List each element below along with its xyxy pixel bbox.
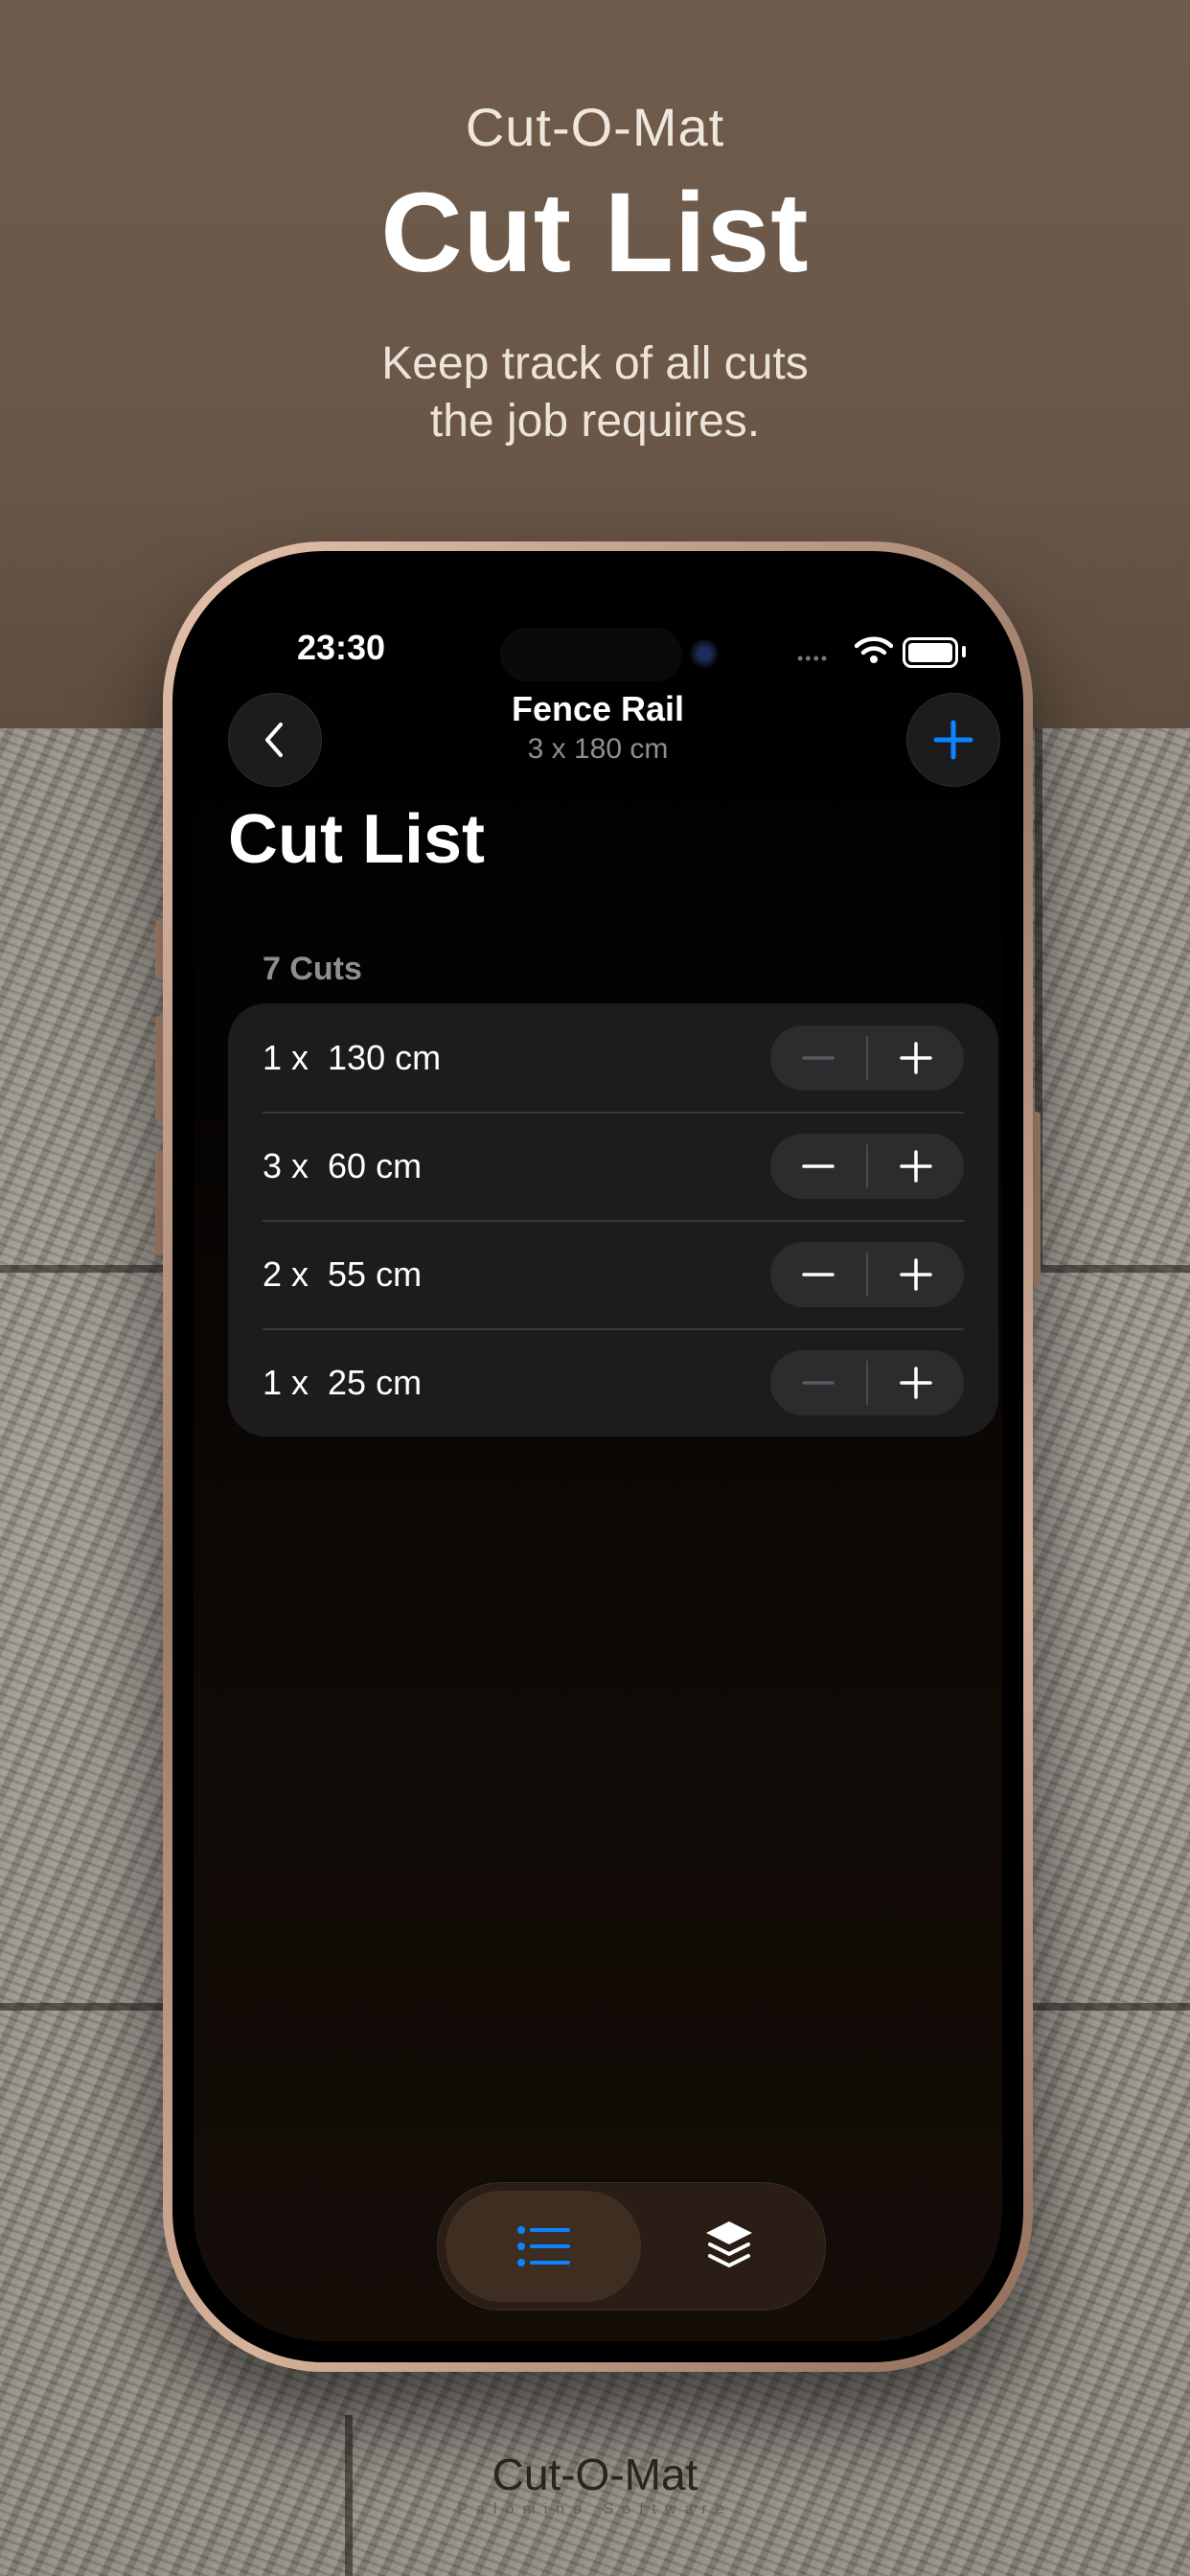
cut-label: 1 x 25 cm [263,1362,423,1402]
section-header: 7 Cuts [263,951,362,987]
dynamic-island [500,628,682,681]
cut-row: 1 x 25 cm [228,1328,998,1437]
quantity-stepper [770,1133,964,1199]
plus-icon [900,1366,932,1399]
plus-icon [900,1041,932,1074]
minus-icon [802,1163,835,1168]
cut-row: 1 x 130 cm [228,1003,998,1112]
nav-subtitle: 3 x 180 cm [527,733,669,765]
status-time: 23:30 [297,628,386,667]
wifi-icon [855,636,893,663]
tab-bar [437,2182,826,2311]
tab-layers[interactable] [641,2191,817,2302]
hero-title: Cut List [380,170,810,296]
cut-row: 2 x 55 cm [228,1220,998,1328]
quantity-stepper [770,1349,964,1415]
increment-button[interactable] [868,1242,964,1307]
cut-row: 3 x 60 cm [228,1112,998,1220]
decrement-button[interactable] [770,1134,866,1199]
tab-cut-list[interactable] [446,2191,641,2302]
hero-subtitle-line2: the job requires. [429,396,761,447]
app-screen: 23:30 •••• Fence Rail 3 x 180 cm Cut Lis… [194,572,1002,2341]
hero-subtitle: Keep track of all cuts the job requires. [0,335,1190,450]
nav-title: Fence Rail [511,689,685,728]
cut-list: 1 x 130 cm 3 x 60 cm 2 x 55 cm 1 x 25 cm [228,1003,998,1437]
hero-app-name: Cut-O-Mat [465,97,725,157]
plus-icon [933,720,973,760]
footer-app-name: Cut-O-Mat [492,2450,698,2499]
minus-icon [802,1272,835,1276]
add-cut-button[interactable] [906,693,1000,787]
cellular-signal-icon: •••• [797,649,830,668]
increment-button[interactable] [868,1350,964,1415]
footer-brand: Palomino Software [457,2501,733,2518]
increment-button[interactable] [868,1134,964,1199]
decrement-button[interactable] [770,1350,866,1415]
cut-label: 2 x 55 cm [263,1254,423,1294]
list-icon [517,2226,570,2266]
quantity-stepper [770,1024,964,1091]
hero-subtitle-line1: Keep track of all cuts [381,338,809,389]
phone-bezel: 23:30 •••• Fence Rail 3 x 180 cm Cut Lis… [172,551,1023,2362]
phone-frame: 23:30 •••• Fence Rail 3 x 180 cm Cut Lis… [163,541,1033,2372]
decrement-button[interactable] [770,1242,866,1307]
status-bar: 23:30 •••• [194,628,1002,681]
minus-icon [802,1055,835,1060]
cut-label: 3 x 60 cm [263,1145,423,1185]
plus-icon [900,1257,932,1291]
decrement-button[interactable] [770,1025,866,1091]
increment-button[interactable] [868,1025,964,1091]
battery-icon [903,637,958,668]
battery-tip [962,646,966,657]
page-title: Cut List [228,801,485,878]
plus-icon [900,1149,932,1183]
layers-icon [706,2221,752,2267]
front-camera [690,639,719,668]
cut-label: 1 x 130 cm [263,1037,442,1077]
quantity-stepper [770,1241,964,1307]
minus-icon [802,1380,835,1385]
